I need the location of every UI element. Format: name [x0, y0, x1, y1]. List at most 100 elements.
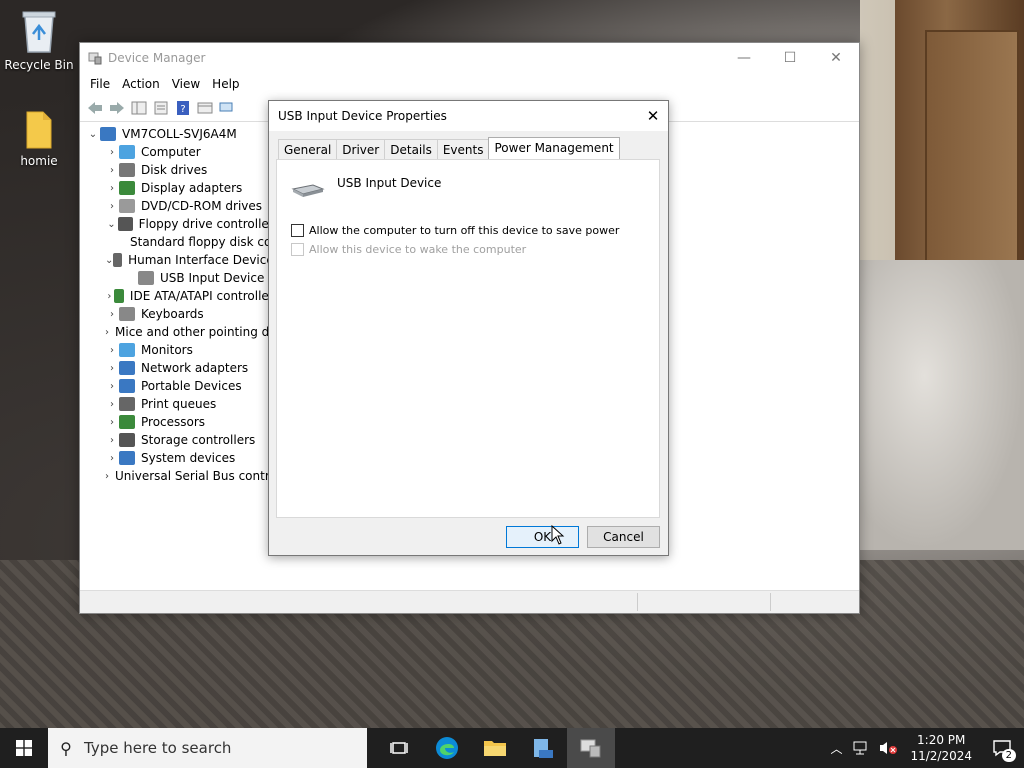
- desktop-icon-homie[interactable]: homie: [1, 108, 77, 168]
- collapsed-chevron-icon[interactable]: ›: [105, 471, 109, 482]
- network-icon[interactable]: [852, 740, 870, 756]
- collapsed-chevron-icon[interactable]: ›: [105, 363, 119, 374]
- collapsed-chevron-icon[interactable]: ›: [105, 201, 119, 212]
- dialog-close-button[interactable]: ✕: [638, 107, 668, 125]
- forward-arrow-icon[interactable]: [108, 100, 126, 116]
- usb-input-icon: [138, 271, 154, 285]
- device-manager-taskbar-button[interactable]: [567, 728, 615, 768]
- close-button[interactable]: ✕: [813, 50, 859, 66]
- tree-item-label: Monitors: [141, 343, 193, 357]
- system-tray: ︿ 1:20 PM 11/2/2024 2: [824, 728, 1024, 768]
- device-manager-icon: [580, 739, 601, 758]
- expanded-chevron-icon[interactable]: ⌄: [105, 219, 118, 230]
- device-manager-titlebar[interactable]: Device Manager — ☐ ✕: [80, 43, 859, 73]
- tree-item-network[interactable]: › Network adapters: [80, 359, 280, 377]
- collapsed-chevron-icon[interactable]: ›: [105, 399, 119, 410]
- tree-item-keyboard[interactable]: › Keyboards: [80, 305, 280, 323]
- collapsed-chevron-icon[interactable]: ›: [105, 453, 119, 464]
- menu-action[interactable]: Action: [116, 77, 166, 91]
- taskbar: ⚲ Type here to search ︿ 1:20 PM 11/2/202…: [0, 728, 1024, 768]
- tree-item-computer[interactable]: ⌄ VM7COLL-SVJ6A4M: [80, 125, 280, 143]
- tree-item-portable-device[interactable]: › Portable Devices: [80, 377, 280, 395]
- minimize-button[interactable]: —: [721, 50, 767, 66]
- edge-button[interactable]: [423, 728, 471, 768]
- monitor-icon: [119, 343, 135, 357]
- tree-item-monitor[interactable]: › Computer: [80, 143, 280, 161]
- storage-controller-icon: [119, 433, 135, 447]
- tree-item-system-device[interactable]: › System devices: [80, 449, 280, 467]
- collapsed-chevron-icon[interactable]: ›: [105, 291, 114, 302]
- file-explorer-button[interactable]: [471, 728, 519, 768]
- tree-item-label: System devices: [141, 451, 236, 465]
- menu-help[interactable]: Help: [206, 77, 245, 91]
- clock[interactable]: 1:20 PM 11/2/2024: [902, 732, 980, 764]
- maximize-button[interactable]: ☐: [767, 50, 813, 66]
- background-carpet: [858, 260, 1024, 550]
- collapsed-chevron-icon[interactable]: ›: [105, 183, 119, 194]
- tree-item-warning-device[interactable]: Standard floppy disk controller: [80, 233, 280, 251]
- clock-date: 11/2/2024: [910, 749, 972, 763]
- processor-icon: [119, 415, 135, 429]
- tree-item-label: Portable Devices: [141, 379, 242, 393]
- option-wake-computer: Allow this device to wake the computer: [291, 243, 526, 256]
- ok-button[interactable]: OK: [506, 526, 579, 548]
- tree-item-storage-controller[interactable]: › Storage controllers: [80, 431, 280, 449]
- tree-item-floppy-controller[interactable]: ⌄ Floppy drive controllers: [80, 215, 280, 233]
- collapsed-chevron-icon[interactable]: ›: [105, 165, 119, 176]
- menu-view[interactable]: View: [166, 77, 206, 91]
- svg-text:?: ?: [180, 104, 185, 115]
- tree-item-usb[interactable]: › Universal Serial Bus controllers: [80, 467, 280, 485]
- tree-item-processor[interactable]: › Processors: [80, 413, 280, 431]
- cancel-button[interactable]: Cancel: [587, 526, 660, 548]
- server-manager-button[interactable]: [519, 728, 567, 768]
- power-management-panel: USB Input Device Allow the computer to t…: [276, 159, 660, 518]
- windows-logo-icon: [16, 740, 32, 756]
- tree-item-display-adapter[interactable]: › Display adapters: [80, 179, 280, 197]
- scan-hardware-icon[interactable]: [218, 100, 236, 116]
- collapsed-chevron-icon[interactable]: ›: [105, 435, 119, 446]
- tree-item-monitor[interactable]: › Monitors: [80, 341, 280, 359]
- desktop-icon-label: homie: [20, 154, 58, 168]
- tree-item-label: Computer: [141, 145, 201, 159]
- help-icon[interactable]: ?: [174, 100, 192, 116]
- tree-item-dvd[interactable]: › DVD/CD-ROM drives: [80, 197, 280, 215]
- show-hide-tree-icon[interactable]: [130, 100, 148, 116]
- view-icon[interactable]: [196, 100, 214, 116]
- collapsed-chevron-icon[interactable]: ›: [105, 147, 119, 158]
- tree-item-disk[interactable]: › Disk drives: [80, 161, 280, 179]
- desktop-icon-recycle-bin[interactable]: Recycle Bin: [1, 8, 77, 72]
- floppy-controller-icon: [117, 217, 133, 231]
- taskbar-search[interactable]: ⚲ Type here to search: [48, 728, 367, 768]
- tree-item-hid[interactable]: ⌄ Human Interface Devices: [80, 251, 280, 269]
- tree-item-label: USB Input Device: [160, 271, 265, 285]
- task-view-button[interactable]: [375, 728, 423, 768]
- search-icon: ⚲: [60, 738, 72, 758]
- expanded-chevron-icon[interactable]: ⌄: [86, 129, 100, 140]
- tree-item-usb-input[interactable]: USB Input Device: [80, 269, 280, 287]
- menu-file[interactable]: File: [84, 77, 116, 91]
- notification-center-button[interactable]: 2: [980, 728, 1024, 768]
- tree-item-mouse[interactable]: › Mice and other pointing devices: [80, 323, 280, 341]
- collapsed-chevron-icon[interactable]: ›: [105, 345, 119, 356]
- tree-item-printer[interactable]: › Print queues: [80, 395, 280, 413]
- tree-item-label: IDE ATA/ATAPI controllers: [129, 289, 280, 303]
- tab-power-management[interactable]: Power Management: [488, 137, 620, 160]
- collapsed-chevron-icon[interactable]: ›: [105, 381, 119, 392]
- start-button[interactable]: [0, 728, 48, 768]
- expanded-chevron-icon[interactable]: ⌄: [105, 255, 113, 266]
- dialog-titlebar[interactable]: USB Input Device Properties ✕: [269, 101, 668, 131]
- turn-off-device-checkbox[interactable]: [291, 224, 304, 237]
- option-turn-off-device[interactable]: Allow the computer to turn off this devi…: [291, 224, 619, 237]
- file-explorer-icon: [484, 741, 506, 756]
- properties-icon[interactable]: [152, 100, 170, 116]
- collapsed-chevron-icon[interactable]: ›: [105, 327, 109, 338]
- monitor-icon: [119, 145, 135, 159]
- collapsed-chevron-icon[interactable]: ›: [105, 417, 119, 428]
- show-hidden-icons-chevron-icon[interactable]: ︿: [824, 740, 848, 757]
- keyboard-icon: [119, 307, 135, 321]
- tree-item-ide[interactable]: › IDE ATA/ATAPI controllers: [80, 287, 280, 305]
- volume-muted-icon[interactable]: [878, 740, 898, 756]
- back-arrow-icon[interactable]: [86, 100, 104, 116]
- collapsed-chevron-icon[interactable]: ›: [105, 309, 119, 320]
- dvd-icon: [119, 199, 135, 213]
